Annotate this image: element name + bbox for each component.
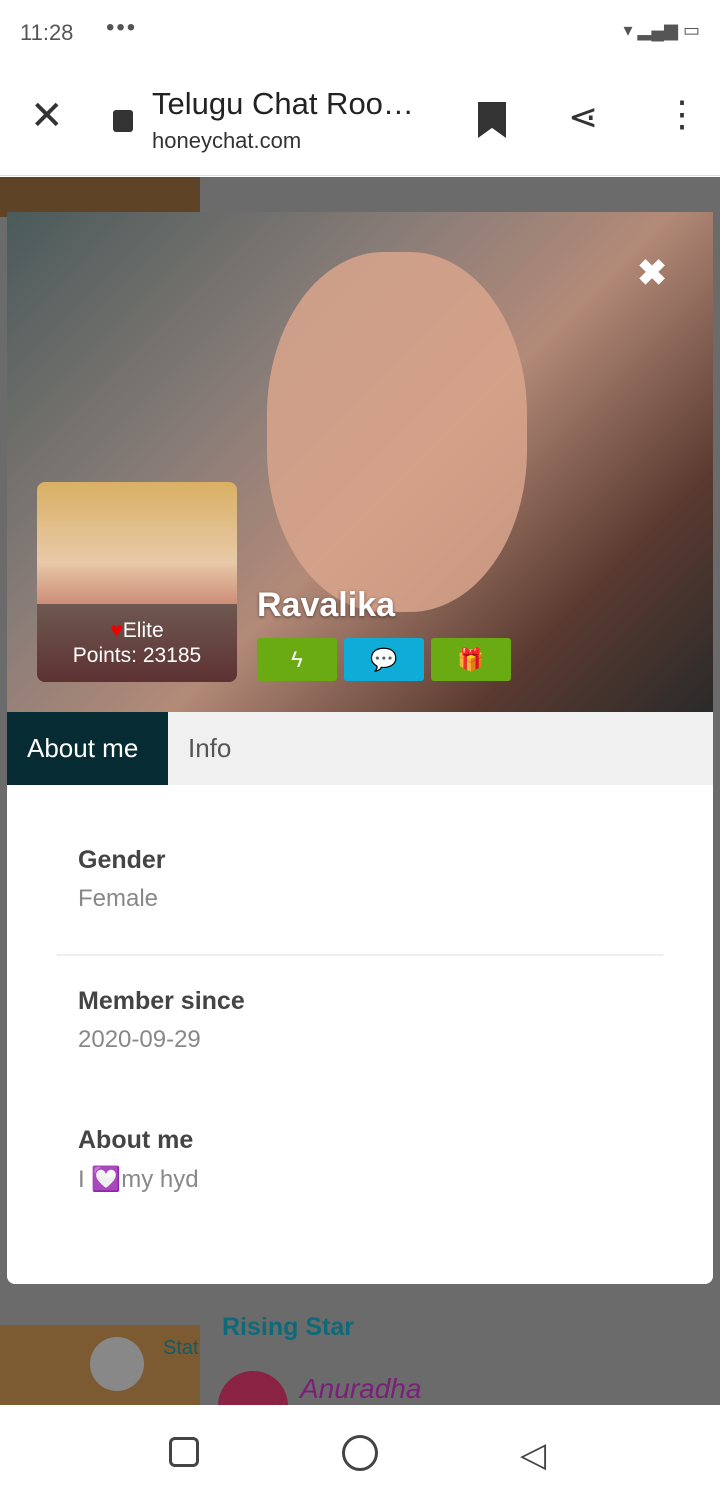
- gift-icon: 🎁: [457, 647, 485, 672]
- profile-modal: ✖ ♥Elite Points: 23185 Ravalika ϟ 💬 🎁 Ab…: [7, 212, 713, 1284]
- section-title: Rising Star: [222, 1313, 354, 1341]
- field-value: 2020-09-29: [78, 1026, 201, 1053]
- gender-field: Gender Female: [78, 846, 166, 913]
- points: Points: 23185: [72, 644, 202, 667]
- play-icon: [90, 1337, 144, 1391]
- page-host[interactable]: honeychat.com: [152, 128, 301, 154]
- about-me-field: About me I 💟my hyd: [78, 1126, 199, 1194]
- rank-caption: ♥Elite Points: 23185: [37, 604, 237, 682]
- rank: Elite: [122, 619, 164, 642]
- back-icon[interactable]: ◁: [520, 1435, 546, 1475]
- lightning-button[interactable]: ϟ: [257, 638, 337, 681]
- sidebar-header: [0, 177, 200, 217]
- android-nav-bar: ◁: [0, 1405, 720, 1500]
- profile-name: Ravalika: [257, 586, 395, 624]
- gift-button[interactable]: 🎁: [431, 638, 511, 681]
- notification-dots: •••: [106, 14, 138, 41]
- clock: 11:28: [20, 20, 74, 45]
- tab-about-me[interactable]: About me: [7, 712, 168, 785]
- lightning-icon: ϟ: [291, 647, 303, 672]
- divider: [57, 954, 663, 956]
- status-label: Stat: [163, 1337, 199, 1359]
- tab-info[interactable]: Info: [168, 712, 251, 785]
- field-label: Member since: [78, 987, 245, 1015]
- page-title[interactable]: Telugu Chat Roo…: [152, 86, 414, 122]
- bookmark-icon[interactable]: [478, 102, 506, 138]
- cover-photo-subject: [267, 252, 527, 612]
- field-value: I 💟my hyd: [78, 1166, 199, 1193]
- chat-icon: 💬: [370, 647, 398, 672]
- chat-button[interactable]: 💬: [344, 638, 424, 681]
- recents-icon[interactable]: [169, 1437, 199, 1467]
- profile-tabs: About me Info: [7, 712, 713, 785]
- field-value: Female: [78, 885, 159, 912]
- heart-icon: ♥: [110, 619, 123, 642]
- profile-avatar: ♥Elite Points: 23185: [37, 482, 237, 682]
- close-tab-icon[interactable]: ✕: [30, 96, 64, 136]
- close-icon[interactable]: ✖: [637, 252, 667, 294]
- user-name: Anuradha: [300, 1373, 422, 1404]
- home-icon[interactable]: [342, 1435, 378, 1471]
- share-icon[interactable]: ⋖: [568, 96, 598, 138]
- system-icons: ▾ ▂▄▆ ▭: [623, 20, 700, 40]
- field-label: About me: [78, 1126, 194, 1154]
- member-since-field: Member since 2020-09-29: [78, 987, 245, 1054]
- status-bar: 11:28 ••• ▾ ▂▄▆ ▭: [0, 0, 720, 66]
- lock-icon[interactable]: [113, 110, 133, 132]
- field-label: Gender: [78, 846, 166, 874]
- browser-toolbar: ✕ Telugu Chat Roo… honeychat.com ⋖ ⋮: [0, 66, 720, 176]
- menu-icon[interactable]: ⋮: [664, 96, 700, 132]
